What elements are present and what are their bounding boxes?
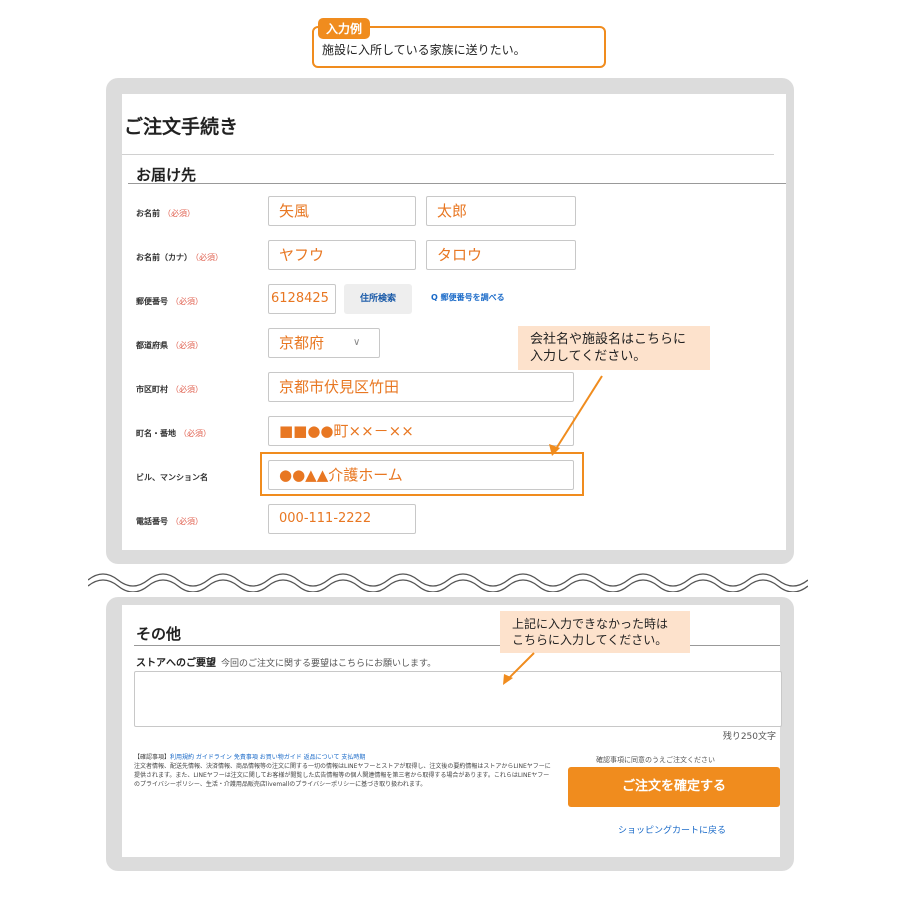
request-label: ストアへのご要望 今回のご注文に関する要望はこちらにお願いします。: [136, 658, 437, 669]
required-mark: （必須）: [171, 517, 203, 526]
city-label: 市区町村 （必須）: [136, 385, 203, 394]
zip-lookup-link[interactable]: Q 郵便番号を調べる: [431, 292, 505, 303]
page-title: ご注文手続き: [124, 116, 239, 138]
back-to-cart-link[interactable]: ショッピングカートに戻る: [618, 823, 726, 836]
last-kana-input[interactable]: ヤフウ: [268, 240, 416, 270]
wave-separator: [88, 573, 808, 592]
confirm-order-button[interactable]: ご注文を確定する: [568, 767, 780, 807]
street-label: 町名・番地 （必須）: [136, 429, 211, 438]
delivery-divider: [128, 183, 786, 184]
required-mark: （必須）: [195, 253, 223, 262]
request-textarea[interactable]: [134, 671, 782, 727]
zip-label: 郵便番号 （必須）: [136, 297, 203, 306]
confirm-text: 【確認事項】利用規約 ガイドライン 免責事項 お買い物ガイド 返品について 支払…: [134, 754, 551, 788]
confirm-links[interactable]: 利用規約 ガイドライン 免責事項 お買い物ガイド 返品について 支払時期: [170, 754, 365, 761]
chevron-down-icon: ∨: [353, 337, 361, 348]
street-input[interactable]: ■■●●町××－××: [268, 416, 574, 446]
required-mark: （必須）: [171, 297, 203, 306]
order-form: ご注文手続き お届け先 お名前 （必須） 矢風 太郎 お名前（カナ） （必須） ヤフ…: [122, 94, 786, 550]
prefecture-select[interactable]: 京都府 ∨: [268, 328, 380, 358]
kana-label: お名前（カナ） （必須）: [136, 253, 223, 262]
required-mark: （必須）: [171, 385, 203, 394]
other-note: 上記に入力できなかった時は こちらに入力してください。: [500, 611, 690, 653]
prefecture-value: 京都府: [279, 334, 325, 352]
address-search-button[interactable]: 住所検索: [344, 284, 412, 314]
required-mark: （必須）: [179, 429, 211, 438]
required-mark: （必須）: [171, 341, 203, 350]
example-badge: 入力例: [318, 18, 371, 39]
zip-input[interactable]: 6128425: [268, 284, 336, 314]
building-note: 会社名や施設名はこちらに 入力してください。: [518, 326, 710, 370]
delivery-section-title: お届け先: [136, 166, 197, 184]
building-label: ビル、マンション名: [136, 473, 208, 482]
agree-text: 確認事項に同意のうえご注文ください: [596, 756, 715, 764]
other-section-title: その他: [136, 625, 182, 643]
order-panel: ご注文手続き お届け先 お名前 （必須） 矢風 太郎 お名前（カナ） （必須） ヤフ…: [106, 78, 794, 564]
other-form: その他 ストアへのご要望 今回のご注文に関する要望はこちらにお願いします。 残り2…: [122, 605, 782, 857]
first-kana-input[interactable]: タロウ: [426, 240, 576, 270]
confirm-body: 注文者情報、配送先情報、決済情報、商品情報等の注文に関する一切の情報はLINEヤ…: [134, 763, 551, 788]
last-name-input[interactable]: 矢風: [268, 196, 416, 226]
request-desc: 今回のご注文に関する要望はこちらにお願いします。: [221, 659, 437, 669]
title-divider: [122, 154, 774, 155]
building-input[interactable]: ●●▲▲介護ホーム: [268, 460, 574, 490]
other-panel: その他 ストアへのご要望 今回のご注文に関する要望はこちらにお願いします。 残り2…: [106, 597, 794, 871]
remaining-count: 残り250文字: [722, 732, 776, 742]
example-callout: 入力例 施設に入所している家族に送りたい。: [312, 18, 606, 68]
city-input[interactable]: 京都市伏見区竹田: [268, 372, 574, 402]
phone-label: 電話番号 （必須）: [136, 517, 203, 526]
first-name-input[interactable]: 太郎: [426, 196, 576, 226]
required-mark: （必須）: [163, 209, 195, 218]
phone-input[interactable]: 000-111-2222: [268, 504, 416, 534]
pref-label: 都道府県 （必須）: [136, 341, 203, 350]
name-label: お名前 （必須）: [136, 209, 195, 218]
example-text: 施設に入所している家族に送りたい。: [322, 43, 526, 57]
